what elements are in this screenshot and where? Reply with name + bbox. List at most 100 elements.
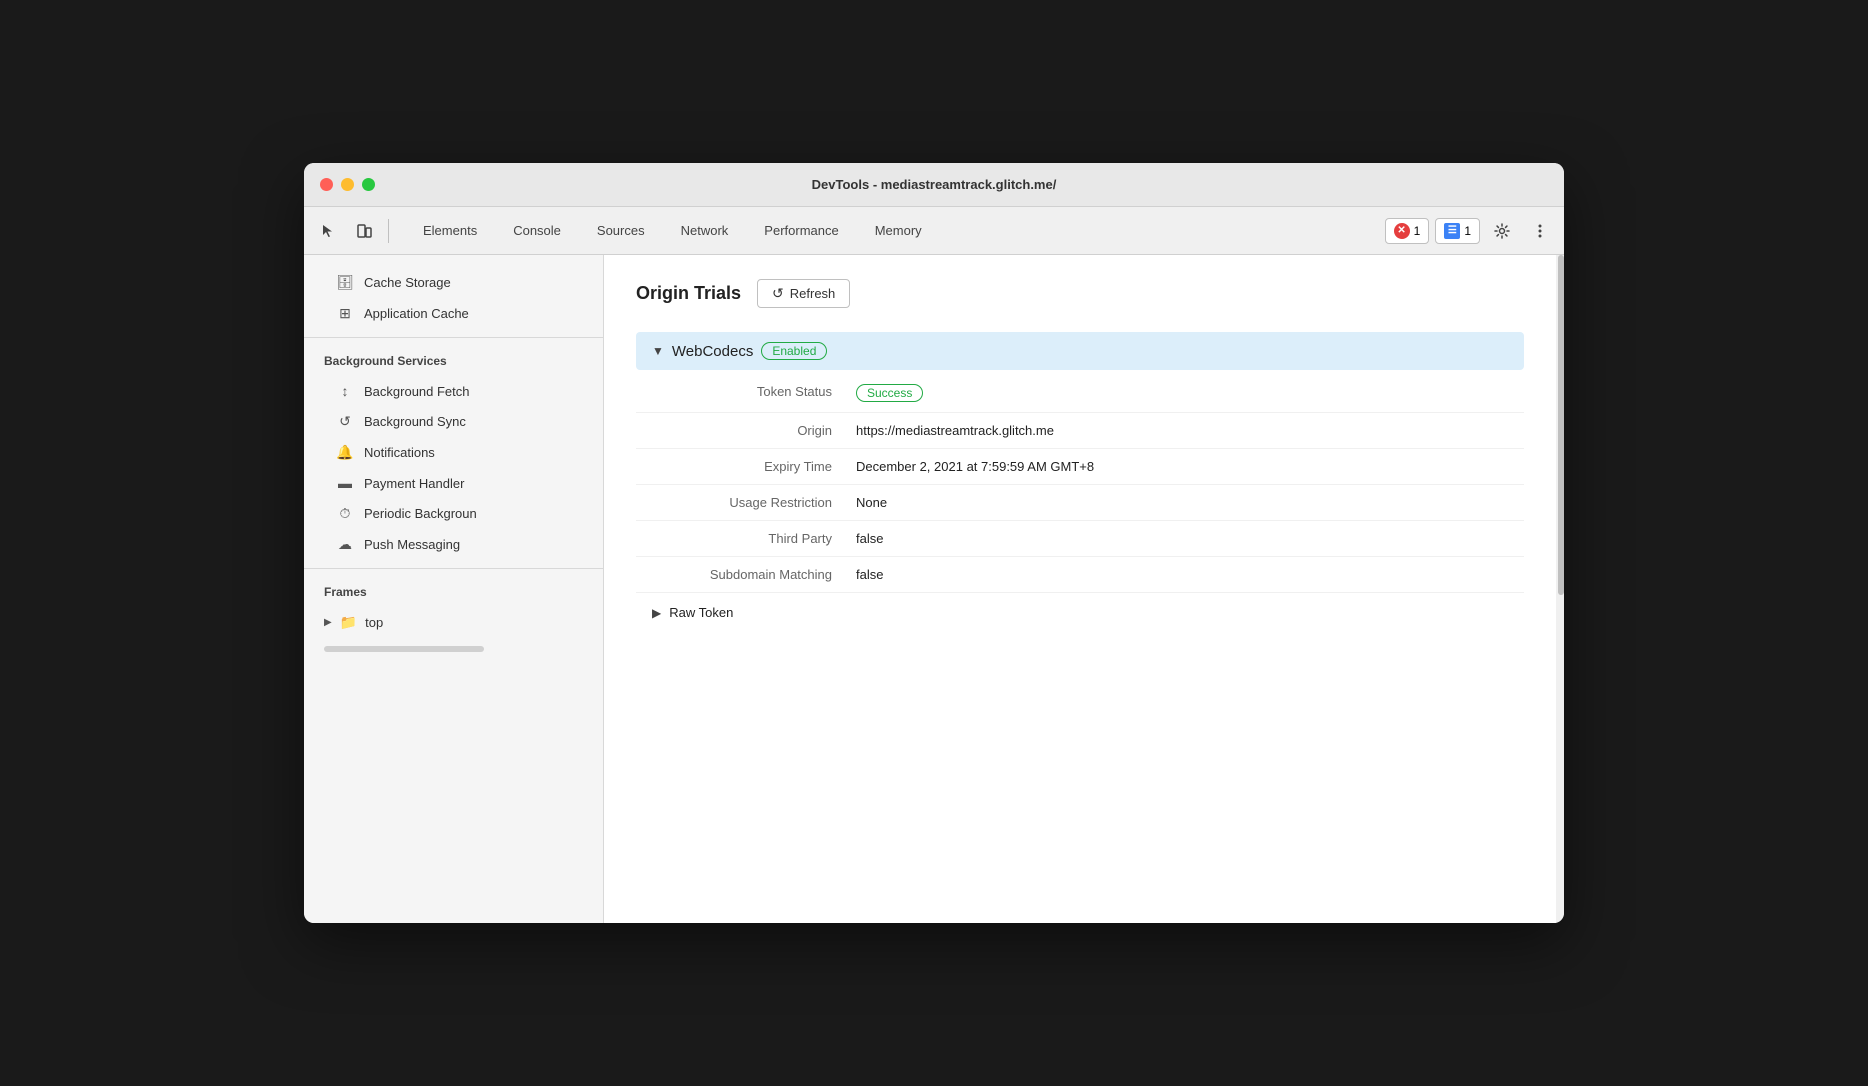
content-header: Origin Trials ↺ Refresh — [636, 279, 1524, 308]
traffic-lights — [320, 178, 375, 191]
main-content: 🗄 Cache Storage ⊞ Application Cache Back… — [304, 255, 1564, 923]
scrollbar-thumb[interactable] — [1558, 255, 1564, 595]
error-badge-button[interactable]: ✕ 1 — [1385, 218, 1430, 244]
expiry-label: Expiry Time — [636, 449, 856, 485]
message-count: 1 — [1464, 224, 1471, 238]
background-services-header: Background Services — [304, 346, 603, 376]
sidebar-label-periodic-background: Periodic Backgroun — [364, 506, 477, 521]
expiry-row: Expiry Time December 2, 2021 at 7:59:59 … — [636, 449, 1524, 485]
usage-row: Usage Restriction None — [636, 485, 1524, 521]
origin-row: Origin https://mediastreamtrack.glitch.m… — [636, 413, 1524, 449]
background-sync-icon: ↺ — [336, 413, 354, 430]
payment-handler-icon: ▬ — [336, 475, 354, 491]
sidebar-item-notifications[interactable]: 🔔 Notifications — [304, 437, 603, 468]
sidebar-divider-2 — [304, 568, 603, 569]
usage-value: None — [856, 485, 1524, 521]
trial-name: WebCodecs — [672, 343, 753, 360]
sidebar-item-label-cache-storage: Cache Storage — [364, 275, 451, 290]
tab-console[interactable]: Console — [495, 217, 579, 244]
sidebar-item-background-fetch[interactable]: ↕ Background Fetch — [304, 376, 603, 406]
push-messaging-icon: ☁ — [336, 536, 354, 553]
origin-value: https://mediastreamtrack.glitch.me — [856, 413, 1524, 449]
third-party-label: Third Party — [636, 521, 856, 557]
tab-memory[interactable]: Memory — [857, 217, 940, 244]
sidebar-label-background-sync: Background Sync — [364, 414, 466, 429]
device-toggle-button[interactable] — [348, 215, 380, 247]
usage-label: Usage Restriction — [636, 485, 856, 521]
maximize-button[interactable] — [362, 178, 375, 191]
subdomain-row: Subdomain Matching false — [636, 557, 1524, 593]
titlebar: DevTools - mediastreamtrack.glitch.me/ — [304, 163, 1564, 207]
token-status-row: Token Status Success — [636, 374, 1524, 413]
sidebar-label-background-fetch: Background Fetch — [364, 384, 470, 399]
refresh-icon: ↺ — [772, 285, 784, 302]
sidebar-label-payment-handler: Payment Handler — [364, 476, 464, 491]
toolbar-right: ✕ 1 ☰ 1 — [1385, 215, 1556, 247]
toolbar: Elements Console Sources Network Perform… — [304, 207, 1564, 255]
sidebar-item-cache-storage[interactable]: 🗄 Cache Storage — [304, 267, 603, 298]
third-party-value: false — [856, 521, 1524, 557]
toolbar-divider — [388, 219, 389, 243]
sidebar-item-push-messaging[interactable]: ☁ Push Messaging — [304, 529, 603, 560]
origin-label: Origin — [636, 413, 856, 449]
settings-button[interactable] — [1486, 215, 1518, 247]
device-icon — [356, 223, 372, 239]
content-area: Origin Trials ↺ Refresh ▼ WebCodecs Enab… — [604, 255, 1556, 923]
trial-details-table: Token Status Success Origin https://medi… — [636, 374, 1524, 593]
error-icon: ✕ — [1394, 223, 1410, 239]
sidebar-item-background-sync[interactable]: ↺ Background Sync — [304, 406, 603, 437]
tab-elements[interactable]: Elements — [405, 217, 495, 244]
message-icon: ☰ — [1444, 223, 1460, 239]
sidebar-label-notifications: Notifications — [364, 445, 435, 460]
raw-token-label: Raw Token — [669, 605, 733, 620]
refresh-button[interactable]: ↺ Refresh — [757, 279, 850, 308]
sidebar-item-top-frame[interactable]: ▶ 📁 top — [304, 607, 603, 638]
frames-header: Frames — [304, 577, 603, 607]
window-title: DevTools - mediastreamtrack.glitch.me/ — [812, 177, 1057, 192]
content-title: Origin Trials — [636, 283, 741, 304]
subdomain-value: false — [856, 557, 1524, 593]
tab-sources[interactable]: Sources — [579, 217, 663, 244]
dots-icon — [1532, 223, 1548, 239]
message-badge-button[interactable]: ☰ 1 — [1435, 218, 1480, 244]
error-count: 1 — [1414, 224, 1421, 238]
cursor-tool-button[interactable] — [312, 215, 344, 247]
sidebar-item-payment-handler[interactable]: ▬ Payment Handler — [304, 468, 603, 498]
cache-storage-icon: 🗄 — [336, 274, 354, 291]
devtools-window: DevTools - mediastreamtrack.glitch.me/ E… — [304, 163, 1564, 923]
third-party-row: Third Party false — [636, 521, 1524, 557]
frame-top-label: top — [365, 615, 383, 630]
frame-folder-icon: 📁 — [340, 614, 357, 631]
token-status-label: Token Status — [636, 374, 856, 413]
trial-row[interactable]: ▼ WebCodecs Enabled — [636, 332, 1524, 370]
application-cache-icon: ⊞ — [336, 305, 354, 322]
minimize-button[interactable] — [341, 178, 354, 191]
sidebar-item-application-cache[interactable]: ⊞ Application Cache — [304, 298, 603, 329]
gear-icon — [1494, 223, 1510, 239]
enabled-badge: Enabled — [761, 342, 827, 360]
frame-arrow-icon: ▶ — [324, 617, 332, 628]
sidebar-item-periodic-background[interactable]: ⏱ Periodic Backgroun — [304, 498, 603, 529]
raw-token-expand-icon: ▶ — [652, 606, 661, 620]
sidebar-label-push-messaging: Push Messaging — [364, 537, 460, 552]
expiry-value: December 2, 2021 at 7:59:59 AM GMT+8 — [856, 449, 1524, 485]
raw-token-row[interactable]: ▶ Raw Token — [636, 593, 1524, 632]
token-status-value: Success — [856, 374, 1524, 413]
sidebar-scrollbar[interactable] — [324, 646, 484, 652]
close-button[interactable] — [320, 178, 333, 191]
sidebar-divider-1 — [304, 337, 603, 338]
periodic-background-icon: ⏱ — [336, 505, 354, 522]
cursor-icon — [320, 223, 336, 239]
more-button[interactable] — [1524, 215, 1556, 247]
subdomain-label: Subdomain Matching — [636, 557, 856, 593]
success-badge: Success — [856, 384, 923, 402]
content-scrollbar[interactable] — [1556, 255, 1564, 923]
trial-expand-icon: ▼ — [652, 344, 664, 358]
tab-network[interactable]: Network — [663, 217, 747, 244]
refresh-label: Refresh — [790, 286, 836, 301]
toolbar-tabs: Elements Console Sources Network Perform… — [405, 217, 940, 244]
sidebar: 🗄 Cache Storage ⊞ Application Cache Back… — [304, 255, 604, 923]
notifications-icon: 🔔 — [336, 444, 354, 461]
tab-performance[interactable]: Performance — [746, 217, 856, 244]
sidebar-item-label-app-cache: Application Cache — [364, 306, 469, 321]
